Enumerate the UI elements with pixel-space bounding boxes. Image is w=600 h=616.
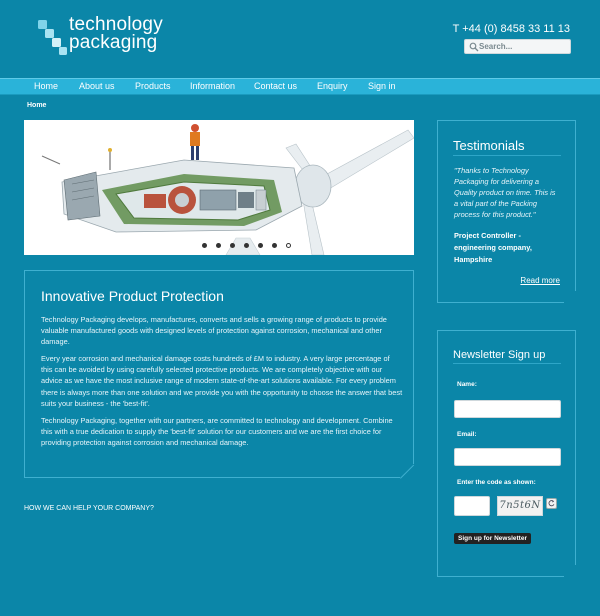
slider-dot[interactable]: [272, 243, 277, 248]
name-label: Name:: [457, 381, 477, 388]
logo[interactable]: technology packaging: [36, 15, 196, 60]
header: technology packaging T +44 (0) 8458 33 1…: [0, 0, 600, 78]
logo-squares-icon: [38, 20, 67, 55]
nav-item-products[interactable]: Products: [135, 81, 171, 91]
name-field[interactable]: [454, 400, 561, 418]
read-more-link[interactable]: Read more: [520, 276, 560, 285]
nav-item-enquiry[interactable]: Enquiry: [317, 81, 348, 91]
testimonial-author: Project Controller - engineering company…: [454, 231, 532, 264]
newsletter-panel: Newsletter Sign up Name: Email: Enter th…: [437, 330, 576, 577]
logo-line-2: packaging: [69, 32, 158, 53]
nav-item-sign-in[interactable]: Sign in: [368, 81, 396, 91]
captcha-image: 7n5t6N: [497, 496, 543, 516]
nav-item-about-us[interactable]: About us: [79, 81, 115, 91]
slider-dot[interactable]: [216, 243, 221, 248]
divider: [453, 363, 561, 364]
wind-turbine-nacelle-image: [24, 120, 414, 255]
email-field[interactable]: [454, 448, 561, 466]
search-box[interactable]: [464, 39, 571, 54]
email-label: Email:: [457, 431, 477, 438]
slider-dot[interactable]: [202, 243, 207, 248]
slider-dot[interactable]: [258, 243, 263, 248]
slider-dot[interactable]: [230, 243, 235, 248]
logo-text: technology packaging: [69, 15, 163, 53]
content-paragraph: Technology Packaging, together with our …: [41, 415, 393, 447]
captcha-input[interactable]: [454, 496, 490, 516]
breadcrumb[interactable]: Home: [27, 102, 46, 109]
help-link[interactable]: HOW WE CAN HELP YOUR COMPANY?: [24, 505, 154, 512]
main-content-panel: Innovative Product Protection Technology…: [24, 270, 414, 478]
slider-dot-active[interactable]: [286, 243, 291, 248]
nav-item-home[interactable]: Home: [34, 81, 58, 91]
content-paragraph: Technology Packaging develops, manufactu…: [41, 315, 387, 347]
newsletter-title: Newsletter Sign up: [453, 349, 546, 361]
content-body: Technology Packaging develops, manufactu…: [41, 314, 403, 454]
nav-item-contact-us[interactable]: Contact us: [254, 81, 297, 91]
content-paragraph: Every year corrosion and mechanical dama…: [41, 354, 403, 408]
signup-button[interactable]: Sign up for Newsletter: [454, 533, 531, 544]
content-title: Innovative Product Protection: [41, 288, 224, 304]
testimonials-title: Testimonials: [453, 138, 525, 153]
nav-item-information[interactable]: Information: [190, 81, 235, 91]
testimonials-panel: Testimonials "Thanks to Technology Packa…: [437, 120, 576, 303]
phone-number: T +44 (0) 8458 33 11 13: [452, 23, 570, 35]
hero-slider[interactable]: [24, 120, 414, 255]
panel-corner: [564, 291, 576, 303]
search-input[interactable]: [479, 40, 569, 53]
panel-corner: [564, 565, 576, 577]
divider: [453, 155, 561, 156]
slider-dot[interactable]: [244, 243, 249, 248]
testimonial-quote: "Thanks to Technology Packaging for deli…: [454, 166, 556, 219]
panel-corner: [400, 464, 414, 478]
main-nav: Home About us Products Information Conta…: [0, 78, 600, 95]
code-label: Enter the code as shown:: [457, 479, 536, 486]
search-icon: [469, 42, 479, 52]
refresh-captcha-icon[interactable]: [546, 498, 557, 509]
